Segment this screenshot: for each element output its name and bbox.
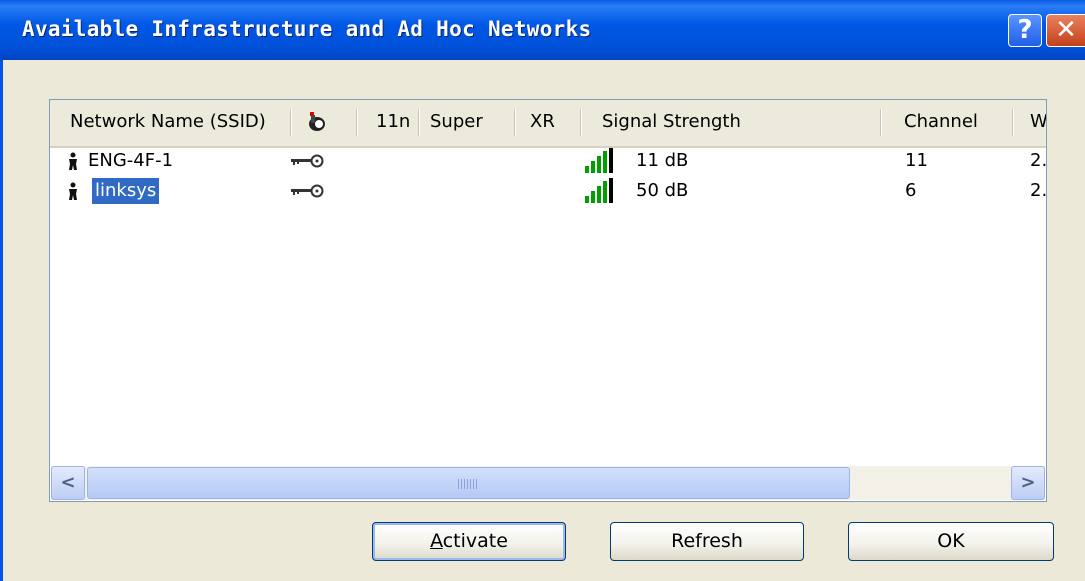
list-item[interactable]: ENG-4F-1 11 dB 11 2. [50,146,1046,176]
column-header-signal-strength[interactable]: Signal Strength [602,100,741,144]
horizontal-scrollbar[interactable]: < > [51,466,1045,500]
column-header-11n[interactable]: 11n [376,100,410,144]
grip-icon [458,479,478,489]
column-header-super[interactable]: Super [430,100,483,144]
column-header-w[interactable]: W [1030,100,1046,144]
column-header-channel[interactable]: Channel [904,100,978,144]
column-divider[interactable] [880,109,882,136]
chevron-right-icon: > [1020,472,1036,493]
activate-button[interactable]: Activate [372,522,566,561]
column-header-xr[interactable]: XR [530,100,555,144]
lock-key-icon[interactable] [306,109,328,133]
list-item[interactable]: linksys 50 dB 6 2. [50,176,1046,206]
infrastructure-person-icon [69,182,77,200]
column-divider[interactable] [514,109,516,136]
network-list[interactable]: Network Name (SSID) 11n Super XR Signal … [49,99,1047,502]
chevron-left-icon: < [60,472,76,493]
signal-bars-icon [585,178,613,203]
title-bar: Available Infrastructure and Ad Hoc Netw… [0,0,1085,60]
column-divider[interactable] [290,109,292,136]
column-divider[interactable] [1012,109,1014,136]
column-divider[interactable] [418,109,420,136]
column-divider[interactable] [356,109,358,136]
scrollbar-thumb[interactable] [87,467,850,499]
column-divider[interactable] [580,109,582,136]
window-title: Available Infrastructure and Ad Hoc Netw… [22,17,592,41]
key-icon [291,154,324,168]
channel-value: 6 [905,180,917,201]
help-icon: ? [1017,15,1033,45]
refresh-button-label: Refresh [671,530,743,552]
close-icon: ✕ [1055,15,1077,45]
ok-button[interactable]: OK [848,522,1054,561]
signal-strength-value: 11 dB [636,150,689,171]
signal-strength-value: 50 dB [636,180,689,201]
w-value: 2. [1030,150,1047,171]
network-ssid: linksys [90,177,161,205]
infrastructure-person-icon [69,152,77,170]
column-header-ssid[interactable]: Network Name (SSID) [70,100,266,144]
key-icon [291,184,324,198]
close-button[interactable]: ✕ [1046,14,1085,47]
scroll-left-button[interactable]: < [51,466,85,500]
signal-bars-icon [585,148,613,173]
ok-button-label: OK [937,530,965,552]
network-ssid: ENG-4F-1 [88,150,174,171]
channel-value: 11 [905,150,928,171]
scroll-right-button[interactable]: > [1011,466,1045,500]
refresh-button[interactable]: Refresh [610,522,804,561]
w-value: 2. [1030,180,1047,201]
list-header: Network Name (SSID) 11n Super XR Signal … [50,100,1046,148]
window-border [0,60,3,581]
activate-button-label: Activate [430,530,508,552]
help-button[interactable]: ? [1008,14,1042,47]
